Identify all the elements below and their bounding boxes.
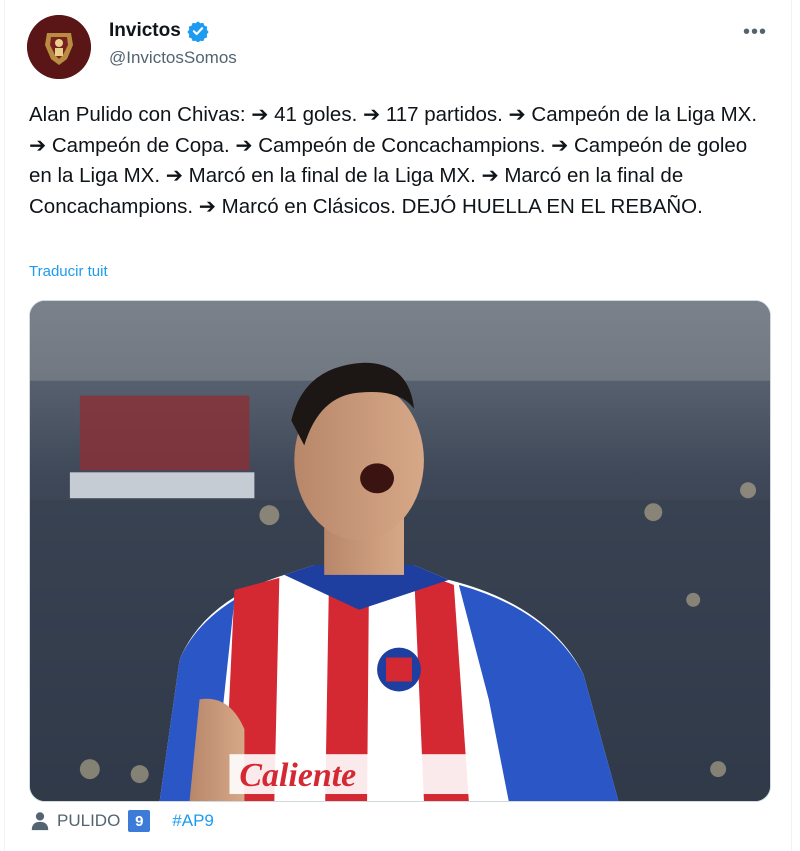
tweet-card: Invictos @InvictosSomos ••• Alan Pulido …	[4, 0, 792, 851]
media-tags: PULIDO 9 #AP9	[29, 810, 214, 832]
number-badge: 9	[128, 810, 151, 832]
person-icon	[31, 812, 49, 831]
author-avatar[interactable]	[27, 15, 91, 79]
player-photo-illustration: Caliente	[30, 301, 770, 801]
tweet-text: Alan Pulido con Chivas: ➔ 41 goles. ➔ 11…	[29, 103, 758, 218]
author-handle[interactable]: @InvictosSomos	[109, 48, 237, 68]
verified-badge-icon	[187, 21, 209, 42]
jersey-sponsor-text: Caliente	[239, 757, 356, 794]
author-display-name[interactable]: Invictos	[109, 20, 181, 42]
hashtag-link[interactable]: #AP9	[172, 811, 214, 831]
tweet-photo[interactable]: Caliente	[29, 300, 771, 802]
avatar-logo-icon	[27, 15, 91, 79]
author-name-row: Invictos	[109, 20, 209, 42]
translate-link[interactable]: Traducir tuit	[29, 263, 108, 280]
tagged-person[interactable]: PULIDO	[57, 811, 120, 831]
more-options-icon[interactable]: •••	[741, 18, 769, 46]
